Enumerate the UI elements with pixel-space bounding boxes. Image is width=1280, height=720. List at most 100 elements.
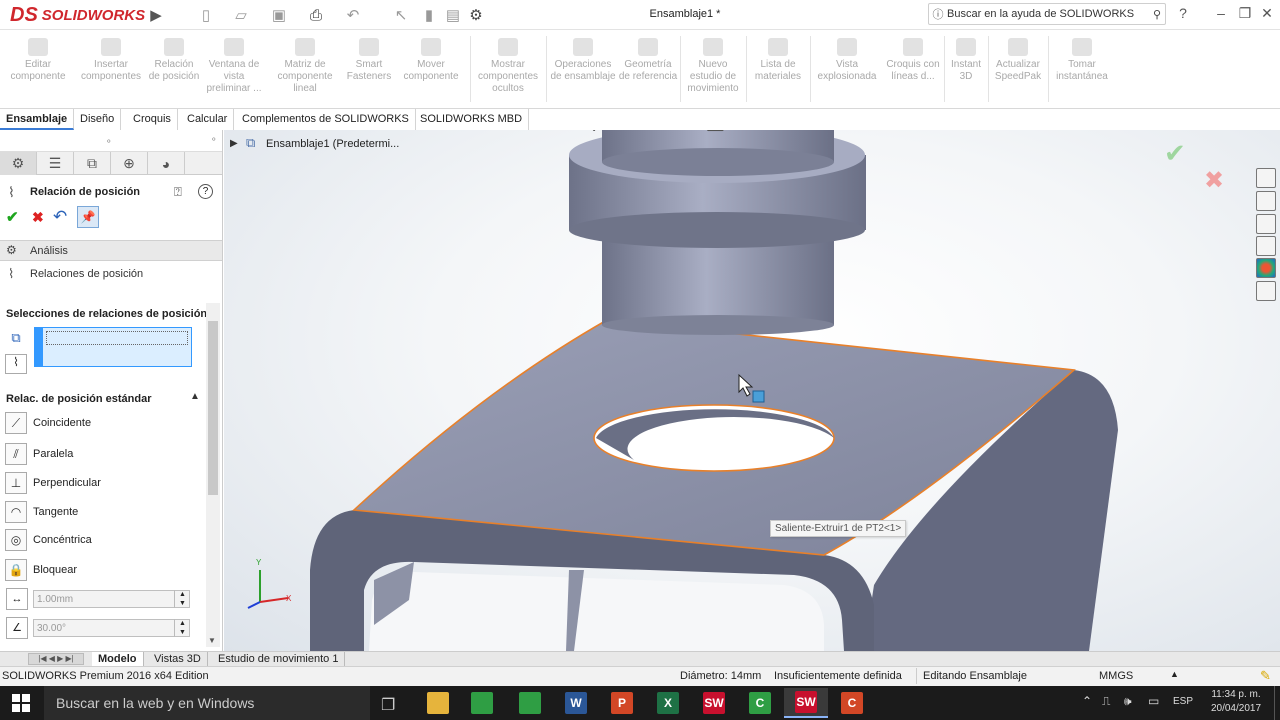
help-button[interactable]: ?: [1172, 5, 1194, 25]
pushpin-icon[interactable]: 📌: [77, 206, 99, 228]
bill-of-materials-button[interactable]: Lista de materiales: [750, 34, 806, 106]
windows-start-icon[interactable]: [12, 694, 30, 712]
show-hidden-tray-icon[interactable]: ⌃: [1082, 694, 1092, 708]
print-icon[interactable]: ⎙: [305, 5, 327, 25]
undo-icon[interactable]: ↶: [342, 5, 364, 25]
confirmation-check-icon[interactable]: ✔: [1164, 138, 1186, 169]
menu-expand-arrow-icon[interactable]: ▶: [145, 5, 167, 25]
zoom-to-fit-icon[interactable]: 🔍: [578, 130, 597, 132]
display-manager-tab-icon[interactable]: ◕: [148, 152, 185, 175]
unit-system[interactable]: MMGS: [1099, 670, 1133, 682]
language-indicator[interactable]: ESP: [1173, 696, 1193, 707]
viewport-restore-icon[interactable]: ❐: [1218, 130, 1230, 132]
ok-check-icon[interactable]: ✔: [6, 208, 19, 226]
tab-croquis[interactable]: Croquis: [127, 109, 178, 130]
taskbar-app-powerpoint[interactable]: P: [600, 688, 644, 718]
help-circle-icon[interactable]: ?: [198, 184, 213, 199]
taskbar-app-chart-2[interactable]: [508, 688, 552, 718]
restore-icon[interactable]: ❐: [1234, 5, 1256, 25]
viewport-close-icon[interactable]: ✕: [1242, 130, 1253, 132]
tab-modelo[interactable]: Modelo: [92, 652, 144, 667]
tree-root-item[interactable]: Ensamblaje1 (Predetermi...: [266, 138, 399, 150]
clock[interactable]: 11:34 p. m. 20/04/2017: [1206, 688, 1266, 716]
help-question-icon[interactable]: ⍰: [174, 184, 182, 200]
mate-coincident[interactable]: ⟋ Coincidente: [5, 411, 195, 435]
select-cursor-icon[interactable]: ↖: [390, 5, 412, 25]
mates-link[interactable]: Relaciones de posición: [30, 268, 143, 280]
angle-field[interactable]: [33, 619, 190, 637]
hide-show-items-icon[interactable]: ◉: [778, 130, 791, 132]
view-orientation-icon[interactable]: ⬛: [706, 130, 725, 132]
action-center-icon[interactable]: ▭: [1148, 694, 1159, 708]
help-search-box[interactable]: ⓘ Buscar en la ayuda de SOLIDWORKS ⚲: [928, 3, 1166, 25]
tab-solidworks-mbd[interactable]: SOLIDWORKS MBD: [414, 109, 530, 130]
tab-scroll-arrows-icon[interactable]: |◀ ◀ ▶ ▶|: [28, 653, 84, 665]
reference-geometry-button[interactable]: Geometría de referencia: [618, 34, 678, 106]
solidworks-logo[interactable]: DS SOLIDWORKS: [10, 3, 145, 27]
save-icon[interactable]: ▣: [268, 5, 290, 25]
scroll-down-arrow-icon[interactable]: ▼: [208, 636, 216, 645]
viewport-minimize-icon[interactable]: –: [1196, 130, 1203, 131]
previous-view-icon[interactable]: ↩: [632, 130, 645, 132]
taskbar-app-folder[interactable]: [416, 688, 460, 718]
mate-lock[interactable]: 🔒 Bloquear: [5, 558, 195, 582]
splitter-grip-icon[interactable]: ⚬: [105, 136, 113, 147]
exploded-view-button[interactable]: Vista explosionada: [814, 34, 880, 106]
smart-fasteners-button[interactable]: Smart Fasteners: [344, 34, 394, 106]
tile-view-icon[interactable]: ⧠: [1146, 130, 1156, 132]
assembly-features-button[interactable]: Operaciones de ensamblaje: [550, 34, 616, 106]
file-explorer-icon[interactable]: [1256, 214, 1276, 234]
tab-motion-study[interactable]: Estudio de movimiento 1: [212, 652, 346, 667]
panel-scrollbar[interactable]: ▼: [206, 303, 220, 647]
show-hidden-components-button[interactable]: Mostrar componentes ocultos: [474, 34, 542, 106]
mate-parallel[interactable]: ⫽ Paralela: [5, 442, 195, 466]
distance-spinner[interactable]: ▲ ▼: [174, 590, 190, 608]
taskbar-app-chart[interactable]: [460, 688, 504, 718]
collapse-chevron-icon[interactable]: ▲: [190, 391, 200, 402]
zoom-area-icon[interactable]: ⊡: [606, 130, 619, 132]
taskbar-app-solidworks[interactable]: SW: [692, 688, 736, 718]
taskbar-app-camtasia-recorder[interactable]: C: [830, 688, 874, 718]
mate-button[interactable]: Relación de posición: [148, 34, 200, 106]
taskbar-app-camtasia[interactable]: C: [738, 688, 782, 718]
preview-window-button[interactable]: Ventana de vista preliminar ...: [202, 34, 266, 106]
task-view-icon[interactable]: ❐: [381, 695, 395, 715]
network-icon[interactable]: ⎍: [1102, 694, 1110, 709]
file-properties-icon[interactable]: ▤: [442, 5, 464, 25]
angle-spinner[interactable]: ▲ ▼: [174, 619, 190, 637]
rebuild-icon[interactable]: ▮: [418, 5, 440, 25]
take-snapshot-button[interactable]: Tomar instantánea: [1050, 34, 1114, 106]
insert-components-button[interactable]: Insertar componentes: [76, 34, 146, 106]
cancel-x-icon[interactable]: ✖: [32, 209, 44, 226]
resources-icon[interactable]: [1256, 191, 1276, 211]
taskbar-app-excel[interactable]: X: [646, 688, 690, 718]
tab-calcular[interactable]: Calcular: [181, 109, 235, 130]
volume-icon[interactable]: 🕪: [1124, 694, 1132, 709]
confirmation-cancel-icon[interactable]: ✖: [1204, 166, 1224, 195]
appearances-icon[interactable]: [1256, 258, 1276, 278]
panel-pin-icon[interactable]: ⚬: [210, 134, 218, 145]
home-icon[interactable]: [1256, 168, 1276, 188]
distance-field[interactable]: [33, 590, 190, 608]
linear-pattern-button[interactable]: Matriz de componente lineal: [268, 34, 342, 106]
custom-properties-icon[interactable]: [1256, 281, 1276, 301]
mate-concentric[interactable]: ◎ Concéntrica: [5, 528, 195, 552]
units-dropdown-icon[interactable]: ▲: [1170, 669, 1179, 679]
graphics-area[interactable]: ▶ ⧉ Ensamblaje1 (Predetermi... 🔍 ⊡ ↩ ▱ ⚑…: [224, 130, 1280, 651]
distance-icon[interactable]: ↔: [6, 588, 28, 610]
edit-component-button[interactable]: Editar componente: [4, 34, 72, 106]
mate-tangent[interactable]: ◠ Tangente: [5, 500, 195, 524]
open-folder-icon[interactable]: ▱: [230, 5, 252, 25]
new-document-icon[interactable]: ▯: [195, 5, 217, 25]
property-manager-tab-icon[interactable]: ☰: [37, 152, 74, 175]
edit-appearance-icon[interactable]: ◐: [808, 130, 817, 131]
search-icon[interactable]: ⚲: [1153, 8, 1161, 21]
feature-manager-tab-icon[interactable]: ⚙: [0, 152, 37, 175]
tile-view-2-icon[interactable]: ⧠: [1170, 130, 1180, 132]
tab-ensamblaje[interactable]: Ensamblaje: [0, 109, 75, 130]
rebuild-status-icon[interactable]: ✎: [1260, 668, 1271, 684]
taskbar-search-box[interactable]: Buscar en la web y en Windows: [44, 686, 370, 720]
angle-icon[interactable]: ∠: [6, 617, 28, 639]
model-view[interactable]: [224, 130, 1280, 651]
mate-pushpin-icon[interactable]: ⌇: [5, 354, 27, 374]
